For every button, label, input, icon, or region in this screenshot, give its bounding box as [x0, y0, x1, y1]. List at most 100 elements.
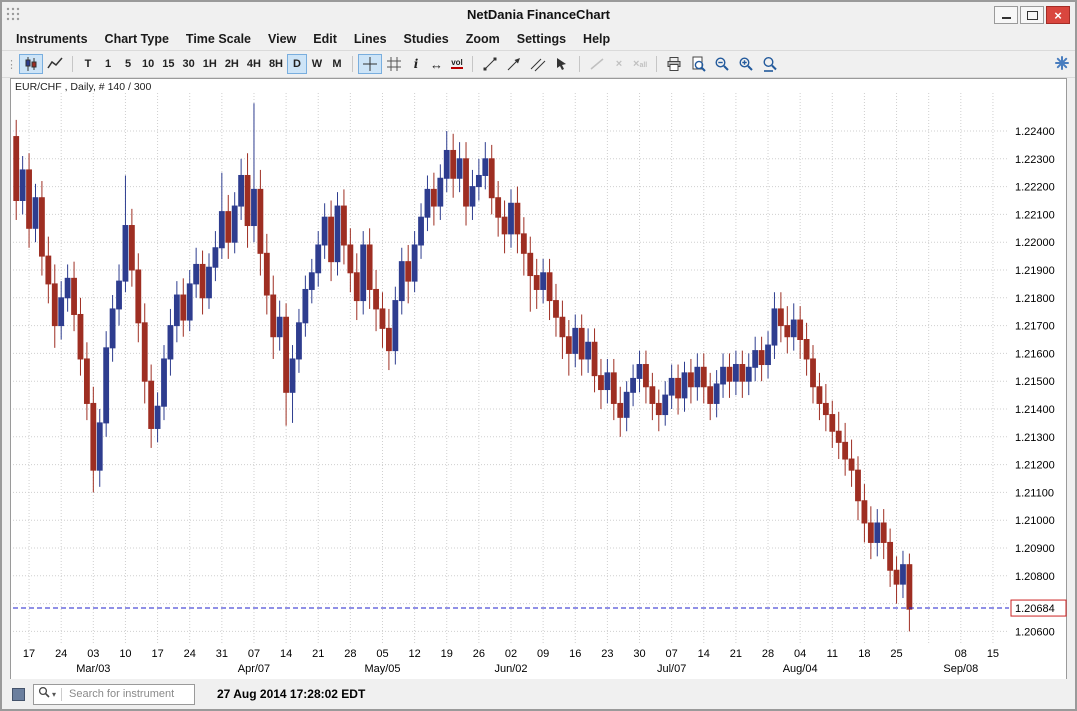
info-button[interactable]: i — [406, 54, 426, 74]
svg-text:1.21500: 1.21500 — [1015, 376, 1055, 388]
menu-instruments[interactable]: Instruments — [8, 30, 96, 48]
candlestick-chart-button[interactable] — [19, 54, 43, 74]
timeframe-4H-button[interactable]: 4H — [243, 54, 265, 74]
toolbar-grip-icon: ⋮ — [6, 58, 15, 71]
candles-layer — [14, 103, 912, 631]
trendline-button[interactable] — [478, 54, 502, 74]
remove-all-icon: ×all — [633, 58, 647, 70]
menu-settings[interactable]: Settings — [509, 30, 574, 48]
minimize-icon — [1002, 17, 1011, 19]
close-button[interactable]: × — [1046, 6, 1070, 24]
timeframe-D-button[interactable]: D — [287, 54, 307, 74]
svg-text:09: 09 — [537, 648, 549, 660]
timeframe-1H-button[interactable]: 1H — [199, 54, 221, 74]
line-chart-button[interactable] — [43, 54, 67, 74]
svg-text:Sep/08: Sep/08 — [943, 663, 978, 675]
crosshair-button[interactable] — [358, 54, 382, 74]
svg-text:24: 24 — [55, 648, 67, 660]
zoom-in-icon — [738, 56, 754, 72]
status-bar: ▾ 27 Aug 2014 17:28:02 EDT — [2, 679, 1075, 709]
svg-text:1.22300: 1.22300 — [1015, 154, 1055, 166]
ray-icon — [506, 56, 522, 72]
svg-text:25: 25 — [890, 648, 902, 660]
remove-selected-icon: × — [616, 58, 622, 70]
print-preview-button[interactable] — [686, 54, 710, 74]
svg-text:15: 15 — [987, 648, 999, 660]
instrument-search-box[interactable]: ▾ — [33, 684, 195, 705]
menu-studies[interactable]: Studies — [396, 30, 457, 48]
svg-text:1.21200: 1.21200 — [1015, 460, 1055, 472]
svg-text:07: 07 — [248, 648, 260, 660]
svg-text:07: 07 — [666, 648, 678, 660]
svg-text:28: 28 — [344, 648, 356, 660]
svg-text:1.22200: 1.22200 — [1015, 182, 1055, 194]
svg-text:10: 10 — [119, 648, 131, 660]
zoom-in-button[interactable] — [734, 54, 758, 74]
menu-view[interactable]: View — [260, 30, 304, 48]
svg-text:14: 14 — [280, 648, 292, 660]
menu-zoom[interactable]: Zoom — [458, 30, 508, 48]
svg-text:05: 05 — [376, 648, 388, 660]
timeframe-5-button[interactable]: 5 — [118, 54, 138, 74]
trendline-icon — [482, 56, 498, 72]
price-chart[interactable]: 1.224001.223001.222001.221001.220001.219… — [11, 79, 1066, 679]
grid-button[interactable] — [382, 54, 406, 74]
svg-text:18: 18 — [858, 648, 870, 660]
timeframe-T-button[interactable]: T — [78, 54, 98, 74]
menu-chart-type[interactable]: Chart Type — [97, 30, 177, 48]
search-input[interactable] — [67, 687, 190, 701]
print-preview-icon — [690, 56, 706, 72]
h-scroll-button[interactable]: ↔ — [426, 54, 447, 74]
svg-text:11: 11 — [827, 648, 838, 660]
timeframe-M-button[interactable]: M — [327, 54, 347, 74]
toolbar-separator — [352, 56, 353, 72]
caret-down-icon[interactable]: ▾ — [52, 690, 56, 699]
timeframe-2H-button[interactable]: 2H — [221, 54, 243, 74]
svg-text:02: 02 — [505, 648, 517, 660]
timeframe-30-button[interactable]: 30 — [179, 54, 199, 74]
minimize-button[interactable] — [994, 6, 1018, 24]
chart-svg[interactable]: 1.224001.223001.222001.221001.220001.219… — [11, 79, 1068, 679]
svg-text:Mar/03: Mar/03 — [76, 663, 110, 675]
zoom-reset-button[interactable] — [758, 54, 782, 74]
svg-text:1.22400: 1.22400 — [1015, 126, 1055, 138]
volume-button[interactable]: vol — [447, 54, 467, 74]
remove-selected-button: × — [609, 54, 629, 74]
svg-text:03: 03 — [87, 648, 99, 660]
maximize-icon — [1027, 11, 1038, 20]
menu-bar: InstrumentsChart TypeTime ScaleViewEditL… — [2, 28, 1075, 50]
menu-time-scale[interactable]: Time Scale — [178, 30, 259, 48]
info-icon: i — [414, 57, 419, 71]
svg-text:04: 04 — [794, 648, 806, 660]
chart-panel: EUR/CHF , Daily, # 140 / 300 1.224001.22… — [10, 78, 1067, 680]
svg-text:May/05: May/05 — [364, 663, 400, 675]
menu-edit[interactable]: Edit — [305, 30, 345, 48]
menu-help[interactable]: Help — [575, 30, 618, 48]
x-axis-labels: 1724031017243107142128051219260209162330… — [23, 648, 999, 675]
channel-button[interactable] — [526, 54, 550, 74]
svg-text:21: 21 — [730, 648, 742, 660]
print-button[interactable] — [662, 54, 686, 74]
netdania-logo-icon[interactable] — [1055, 56, 1069, 75]
svg-text:17: 17 — [151, 648, 163, 660]
svg-text:14: 14 — [698, 648, 710, 660]
timeframe-15-button[interactable]: 15 — [158, 54, 178, 74]
svg-text:19: 19 — [441, 648, 453, 660]
title-bar[interactable]: NetDania FinanceChart × — [2, 2, 1075, 28]
timeframe-10-button[interactable]: 10 — [138, 54, 158, 74]
svg-text:1.21400: 1.21400 — [1015, 404, 1055, 416]
timeframe-8H-button[interactable]: 8H — [265, 54, 287, 74]
svg-text:Jul/07: Jul/07 — [657, 663, 686, 675]
h-scroll-icon: ↔ — [430, 57, 443, 72]
menu-lines[interactable]: Lines — [346, 30, 395, 48]
svg-text:21: 21 — [312, 648, 324, 660]
maximize-button[interactable] — [1020, 6, 1044, 24]
ray-button[interactable] — [502, 54, 526, 74]
zoom-out-button[interactable] — [710, 54, 734, 74]
timeframe-1-button[interactable]: 1 — [98, 54, 118, 74]
search-divider — [61, 688, 62, 701]
timeframe-W-button[interactable]: W — [307, 54, 327, 74]
close-icon: × — [1054, 8, 1062, 23]
svg-text:31: 31 — [216, 648, 228, 660]
pointer-button[interactable] — [550, 54, 574, 74]
